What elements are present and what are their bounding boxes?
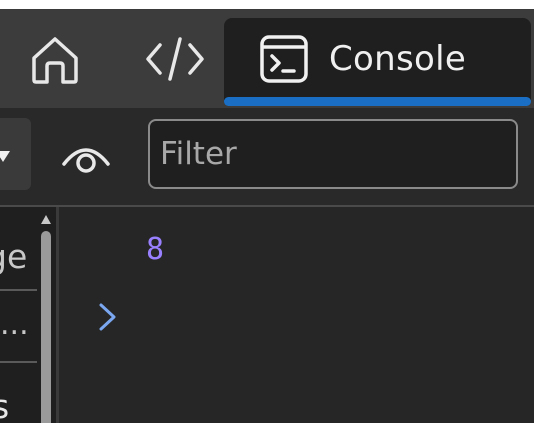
tab-elements[interactable] [120, 10, 230, 108]
chevron-right-icon [99, 303, 116, 331]
active-tab-indicator [224, 97, 531, 106]
eye-icon [62, 148, 110, 173]
scrollbar-thumb[interactable] [41, 231, 51, 423]
console-result-value: 8 [146, 232, 165, 267]
sidebar-item[interactable]: s [0, 387, 9, 423]
window-top-edge [0, 0, 534, 9]
sidebar-item[interactable]: ge [0, 237, 27, 276]
console-icon [260, 35, 308, 83]
sidebar-separator [0, 361, 37, 363]
home-icon [32, 37, 78, 84]
tab-console[interactable]: Console [224, 18, 531, 100]
tab-home[interactable] [0, 10, 110, 108]
devtools-window: Console ge ... s 8 [0, 0, 534, 423]
sidebar-separator [0, 289, 37, 291]
filter-input[interactable] [148, 119, 518, 189]
scroll-up-arrow-icon[interactable] [41, 215, 51, 224]
sidebar-scrollbar[interactable] [40, 215, 52, 423]
live-expression-button[interactable] [56, 136, 116, 180]
sidebar-toggle-button[interactable] [0, 118, 31, 190]
console-sidebar: ge ... s [0, 207, 56, 423]
console-output[interactable]: 8 [59, 207, 534, 423]
tab-bar: Console [0, 10, 534, 108]
sidebar-item[interactable]: ... [0, 307, 29, 342]
caret-down-icon [0, 151, 10, 162]
tab-console-label: Console [329, 39, 467, 79]
console-toolbar [0, 108, 534, 205]
code-icon [146, 37, 204, 81]
